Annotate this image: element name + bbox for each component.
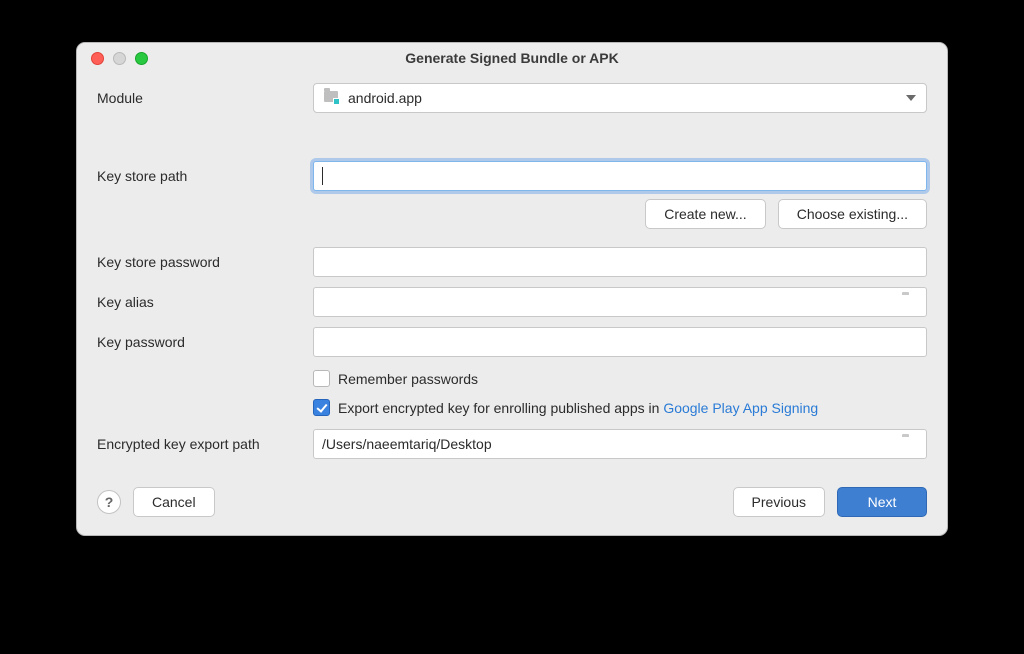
remember-passwords-label: Remember passwords [338, 371, 478, 387]
cancel-button[interactable]: Cancel [133, 487, 215, 517]
key-alias-input[interactable] [313, 287, 927, 317]
export-encrypted-row: Export encrypted key for enrolling publi… [313, 396, 818, 419]
key-alias-label: Key alias [97, 294, 313, 310]
next-button[interactable]: Next [837, 487, 927, 517]
checkboxes-row: Remember passwords Export encrypted key … [97, 367, 927, 419]
key-alias-row: Key alias [97, 287, 927, 317]
export-path-label: Encrypted key export path [97, 436, 313, 452]
generate-signed-bundle-dialog: Generate Signed Bundle or APK Module and… [76, 42, 948, 536]
google-play-signing-link[interactable]: Google Play App Signing [663, 400, 818, 416]
keystore-buttons-row: Create new... Choose existing... [97, 199, 927, 229]
keystore-password-label: Key store password [97, 254, 313, 270]
key-password-row: Key password [97, 327, 927, 357]
keystore-path-input[interactable] [313, 161, 927, 191]
keystore-path-label: Key store path [97, 168, 313, 184]
keystore-password-row: Key store password [97, 247, 927, 277]
bottom-bar: ? Cancel Previous Next [97, 469, 927, 517]
titlebar: Generate Signed Bundle or APK [77, 43, 947, 73]
module-row: Module android.app [97, 83, 927, 113]
dialog-title: Generate Signed Bundle or APK [77, 50, 947, 66]
remember-passwords-row: Remember passwords [313, 367, 478, 390]
keystore-password-input[interactable] [313, 247, 927, 277]
remember-passwords-checkbox[interactable] [313, 370, 330, 387]
help-button[interactable]: ? [97, 490, 121, 514]
choose-existing-button[interactable]: Choose existing... [778, 199, 927, 229]
key-password-label: Key password [97, 334, 313, 350]
export-encrypted-label: Export encrypted key for enrolling publi… [338, 400, 818, 416]
module-icon [324, 91, 340, 105]
chevron-down-icon [906, 95, 916, 101]
module-value: android.app [348, 90, 422, 106]
module-label: Module [97, 90, 313, 106]
key-password-input[interactable] [313, 327, 927, 357]
export-encrypted-checkbox[interactable] [313, 399, 330, 416]
previous-button[interactable]: Previous [733, 487, 825, 517]
keystore-path-row: Key store path [97, 161, 927, 191]
text-cursor-icon [322, 167, 323, 185]
export-path-row: Encrypted key export path /Users/naeemta… [97, 429, 927, 459]
export-path-input[interactable]: /Users/naeemtariq/Desktop [313, 429, 927, 459]
export-path-value: /Users/naeemtariq/Desktop [322, 436, 492, 452]
browse-export-path-button[interactable] [902, 437, 920, 451]
module-dropdown[interactable]: android.app [313, 83, 927, 113]
dialog-content: Module android.app Key store path [77, 73, 947, 535]
browse-alias-button[interactable] [902, 295, 920, 309]
create-new-button[interactable]: Create new... [645, 199, 766, 229]
